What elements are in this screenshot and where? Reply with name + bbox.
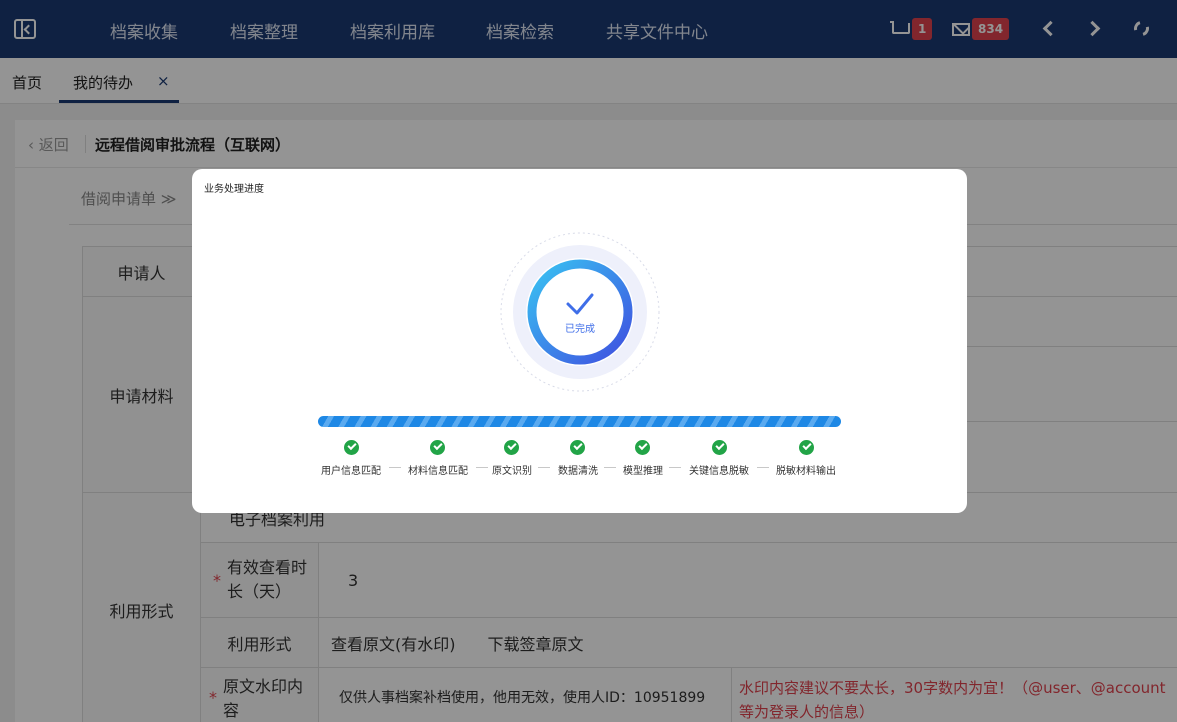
step-check-icon bbox=[635, 440, 650, 455]
status-text: 已完成 bbox=[565, 322, 595, 335]
step-check-icon bbox=[799, 440, 814, 455]
step-check-icon bbox=[570, 440, 585, 455]
modal-title: 业务处理进度 bbox=[204, 184, 264, 195]
step-label: 脱敏材料输出 bbox=[776, 466, 836, 477]
step-label: 模型推理 bbox=[623, 466, 663, 477]
step-label: 材料信息匹配 bbox=[408, 466, 468, 477]
progress-modal: 业务处理进度 已完成 用户信息匹配 材料信息匹配 原文识别 数据清洗 模型推理 … bbox=[192, 169, 967, 513]
step-check-icon bbox=[430, 440, 445, 455]
step-check-icon bbox=[712, 440, 727, 455]
step-check-icon bbox=[504, 440, 519, 455]
step-label: 原文识别 bbox=[492, 466, 532, 477]
step-label: 用户信息匹配 bbox=[321, 466, 381, 477]
step-check-icon bbox=[344, 440, 359, 455]
step-label: 关键信息脱敏 bbox=[689, 466, 749, 477]
progress-ring: 已完成 bbox=[500, 232, 660, 392]
step-label: 数据清洗 bbox=[558, 466, 598, 477]
progress-bar bbox=[318, 416, 841, 427]
